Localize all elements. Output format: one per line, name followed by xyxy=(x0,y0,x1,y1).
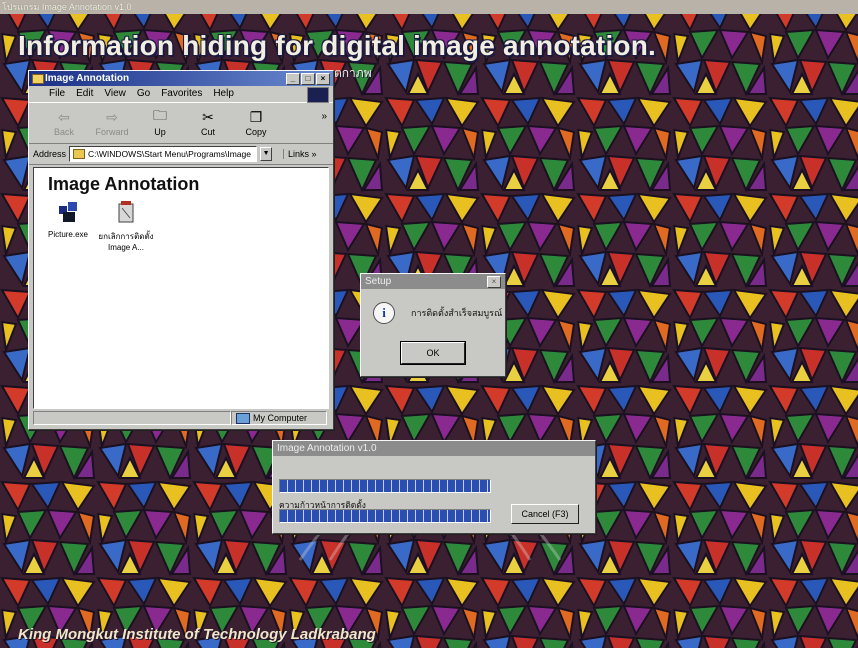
copy-button[interactable]: ❐ Copy xyxy=(239,108,273,138)
menu-file[interactable]: File xyxy=(49,86,65,102)
file-item-picture[interactable]: Picture.exe xyxy=(40,198,96,239)
windows-logo-icon xyxy=(307,87,329,103)
file-name: Picture.exe xyxy=(47,230,89,239)
back-arrow-icon: ⇦ xyxy=(58,108,70,125)
desktop-title-bar: โปรแกรม Image Annotation v1.0 xyxy=(0,0,858,14)
progress-bar-install xyxy=(279,509,491,523)
address-value: C:\WINDOWS\Start Menu\Programs\Image xyxy=(88,149,251,159)
progress-fill xyxy=(280,480,490,492)
forward-arrow-icon: ⇨ xyxy=(106,108,118,125)
links-button[interactable]: Links » xyxy=(283,149,317,159)
menu-view[interactable]: View xyxy=(104,86,126,102)
progress-titlebar[interactable]: Image Annotation v1.0 xyxy=(273,441,595,456)
address-dropdown-button[interactable]: ▼ xyxy=(260,147,273,161)
status-bar: My Computer xyxy=(33,411,327,425)
explorer-window[interactable]: Image Annotation _ □ × File Edit View Go… xyxy=(28,70,334,430)
menu-edit[interactable]: Edit xyxy=(76,86,93,102)
forward-button[interactable]: ⇨ Forward xyxy=(95,108,129,138)
folder-view[interactable]: Image Annotation Picture.exe ยกเลิกการติ… xyxy=(33,167,329,409)
setup-title: Setup xyxy=(365,276,392,287)
progress-bar-overall xyxy=(279,479,491,493)
menu-bar: File Edit View Go Favorites Help xyxy=(29,86,333,103)
toolbar: ⇦ Back ⇨ Forward 🗀 Up ✂ Cut ❐ Copy xyxy=(29,102,333,144)
setup-titlebar[interactable]: Setup × xyxy=(361,274,505,289)
folder-icon xyxy=(32,74,44,84)
progress-fill xyxy=(280,510,490,522)
progress-title: Image Annotation v1.0 xyxy=(277,443,377,454)
status-computer: My Computer xyxy=(231,411,327,425)
uninstall-icon xyxy=(118,201,134,223)
explorer-title: Image Annotation xyxy=(45,73,130,84)
headline: Information hiding for digital image ann… xyxy=(18,30,657,61)
back-button[interactable]: ⇦ Back xyxy=(47,108,81,138)
address-bar: Address C:\WINDOWS\Start Menu\Programs\I… xyxy=(29,144,333,165)
my-computer-icon xyxy=(236,412,250,424)
cut-button[interactable]: ✂ Cut xyxy=(191,108,225,138)
ok-button[interactable]: OK xyxy=(401,342,465,364)
subtitle-fragment: ตกาภพ xyxy=(334,66,372,80)
setup-message: การติดตั้งสำเร็จสมบูรณ์ xyxy=(411,308,503,318)
cancel-button[interactable]: Cancel (F3) xyxy=(511,504,579,524)
address-label: Address xyxy=(33,149,67,159)
minimize-button[interactable]: _ xyxy=(286,73,300,85)
file-name: ยกเลิกการติดตั้ง Image A... xyxy=(98,232,154,252)
copy-icon: ❐ xyxy=(249,108,263,125)
up-folder-icon: 🗀 xyxy=(153,107,167,123)
info-icon: i xyxy=(373,302,395,324)
close-button[interactable]: × xyxy=(316,73,330,85)
menu-favorites[interactable]: Favorites xyxy=(161,86,202,102)
folder-heading: Image Annotation xyxy=(48,174,200,194)
up-button[interactable]: 🗀 Up xyxy=(143,107,177,137)
footer-institute: King Mongkut Institute of Technology Lad… xyxy=(18,626,376,643)
menu-help[interactable]: Help xyxy=(213,86,234,102)
setup-dialog[interactable]: Setup × i การติดตั้งสำเร็จสมบูรณ์ OK xyxy=(360,273,506,377)
file-item-uninstall[interactable]: ยกเลิกการติดตั้ง Image A... xyxy=(98,198,154,252)
toolbar-more-chevron[interactable]: » xyxy=(321,111,327,122)
picture-app-icon xyxy=(59,202,77,222)
progress-dialog[interactable]: Image Annotation v1.0 ความก้าวหน้าการติด… xyxy=(272,440,596,534)
menu-go[interactable]: Go xyxy=(137,86,150,102)
scissors-icon: ✂ xyxy=(202,108,214,125)
address-input[interactable]: C:\WINDOWS\Start Menu\Programs\Image xyxy=(69,146,258,162)
setup-close-button[interactable]: × xyxy=(487,276,501,288)
explorer-titlebar[interactable]: Image Annotation _ □ × xyxy=(29,71,333,86)
status-cell xyxy=(33,411,231,425)
folder-icon xyxy=(73,149,86,159)
maximize-button[interactable]: □ xyxy=(301,73,315,85)
